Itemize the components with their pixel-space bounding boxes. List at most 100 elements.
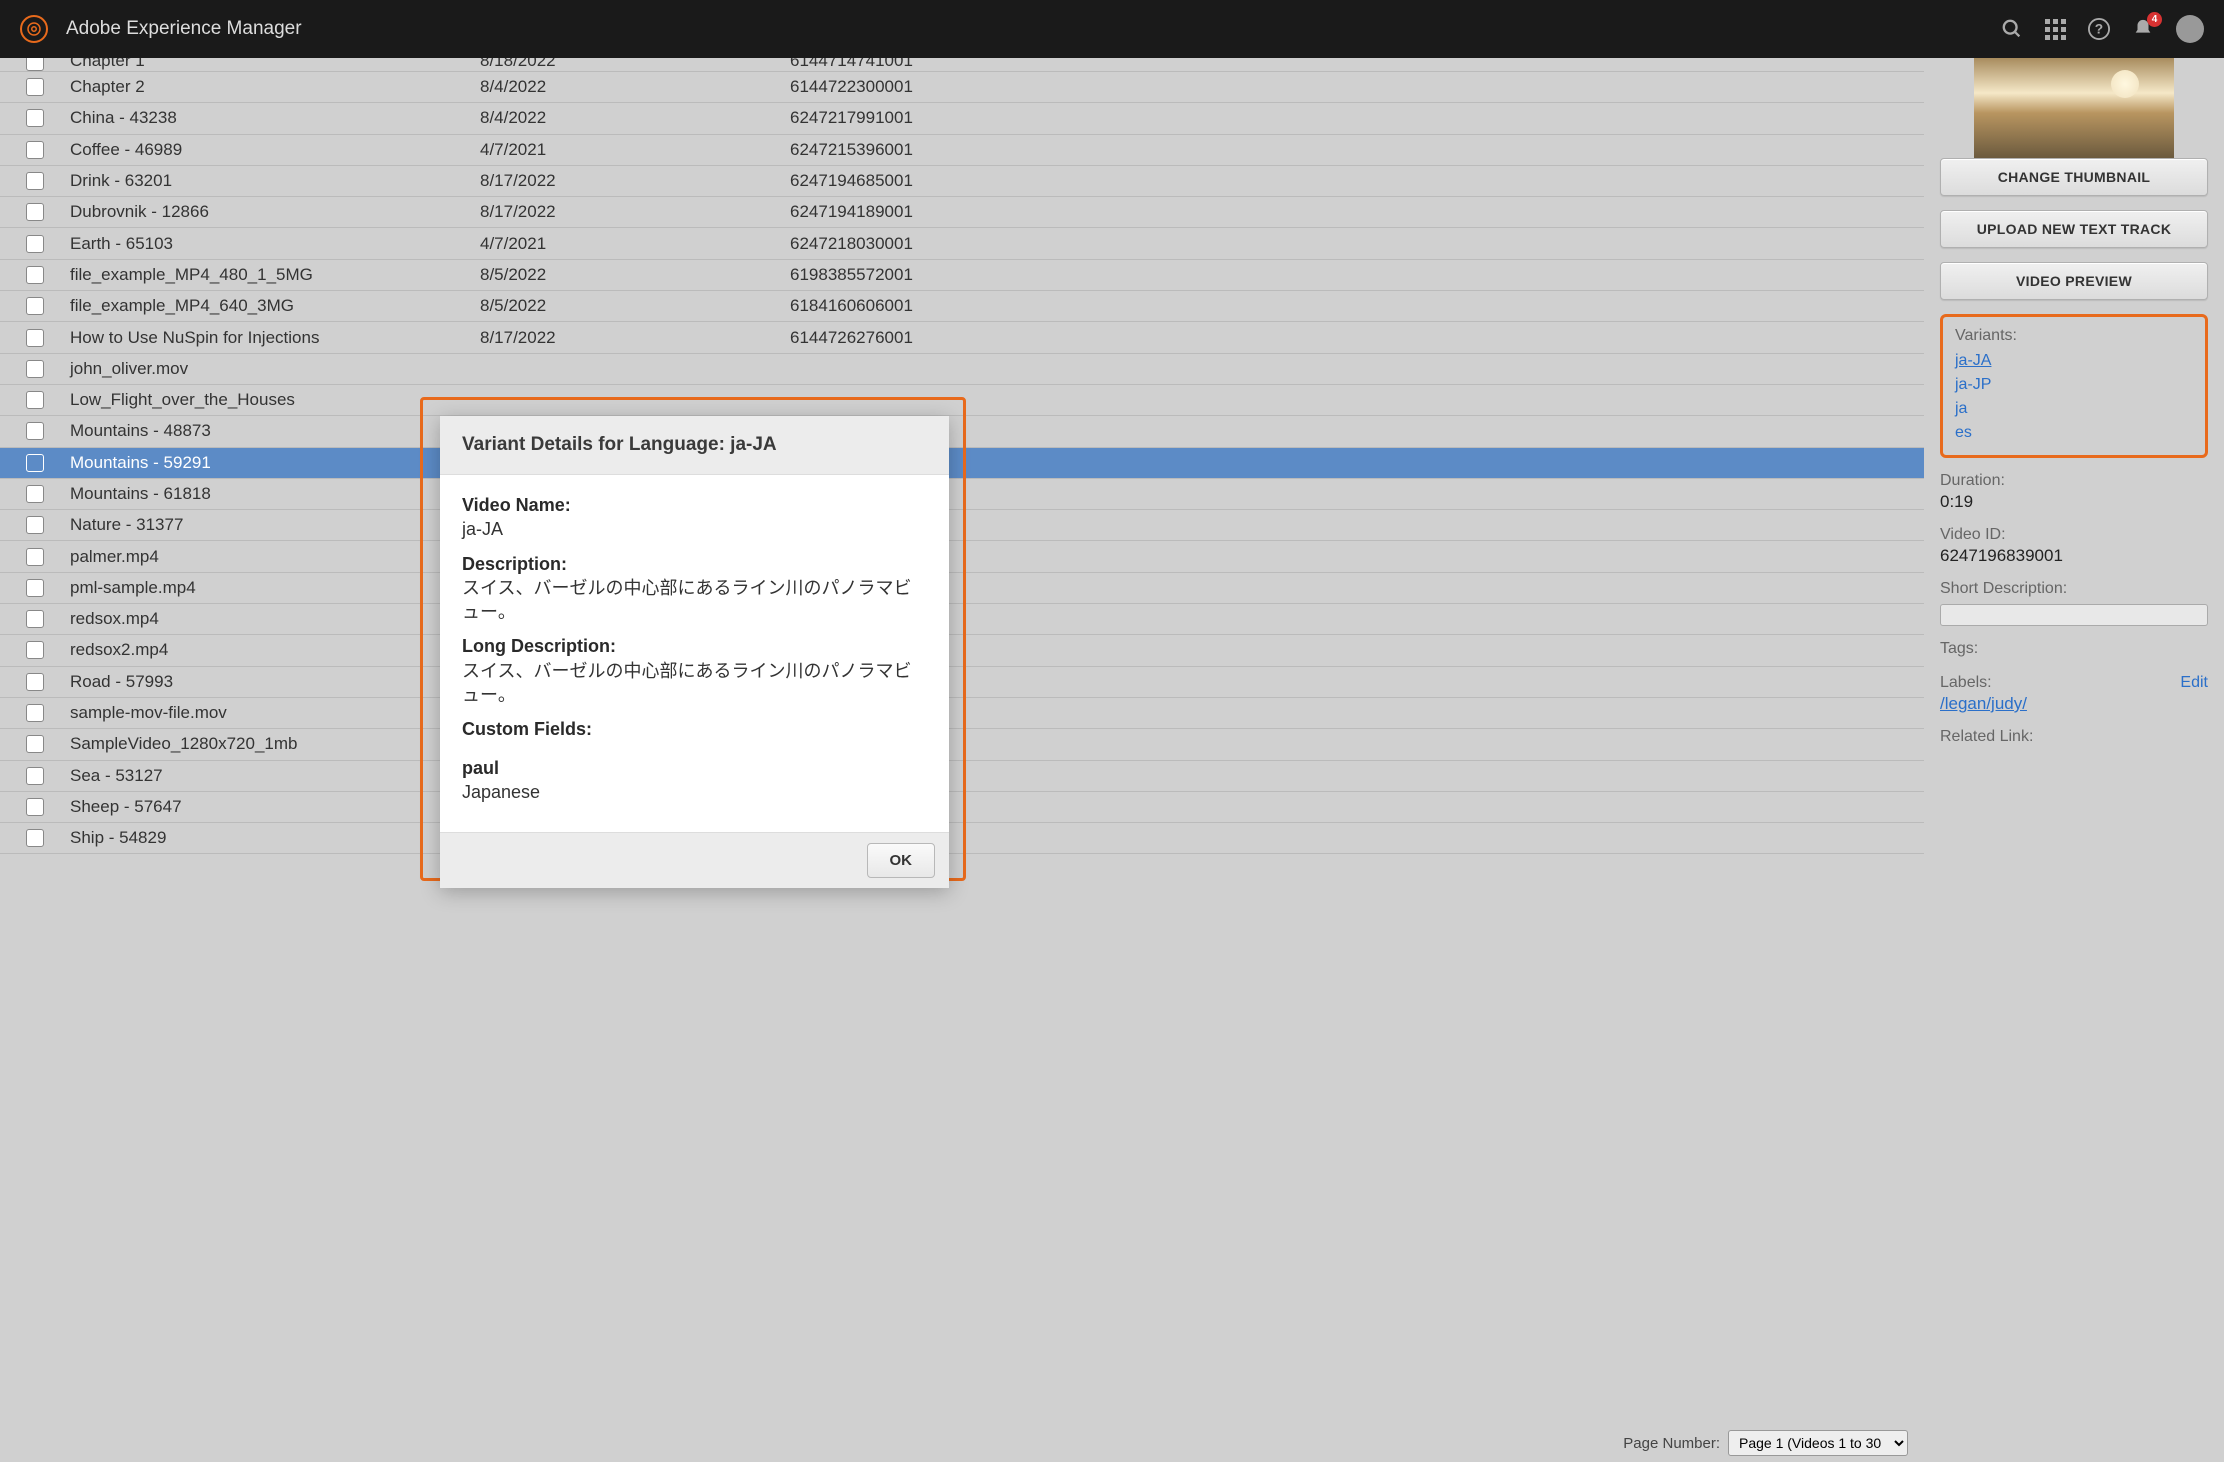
video-date-cell: 8/4/2022 [480, 77, 790, 97]
table-row[interactable]: Chapter 28/4/20226144722300001 [0, 72, 1924, 103]
table-row[interactable]: redsox.mp4 [0, 604, 1924, 635]
aem-logo-icon[interactable] [20, 15, 48, 43]
video-name-cell: Mountains - 48873 [70, 421, 480, 441]
row-checkbox[interactable] [26, 329, 44, 347]
variant-link[interactable]: ja [1955, 397, 2193, 421]
video-preview-button[interactable]: VIDEO PREVIEW [1940, 262, 2208, 300]
row-checkbox[interactable] [26, 798, 44, 816]
row-checkbox[interactable] [26, 78, 44, 96]
table-row[interactable]: Drink - 632018/17/20226247194685001 [0, 166, 1924, 197]
video-id-cell: 6144714741001 [790, 58, 1914, 71]
page-select[interactable]: Page 1 (Videos 1 to 30 ) [1728, 1430, 1908, 1456]
row-checkbox[interactable] [26, 704, 44, 722]
row-checkbox[interactable] [26, 141, 44, 159]
table-row[interactable]: file_example_MP4_640_3MG8/5/202261841606… [0, 291, 1924, 322]
table-row[interactable]: Nature - 31377 [0, 510, 1924, 541]
table-row[interactable]: pml-sample.mp4 [0, 573, 1924, 604]
row-checkbox[interactable] [26, 391, 44, 409]
row-checkbox[interactable] [26, 360, 44, 378]
videoid-group: Video ID: 6247196839001 [1940, 526, 2208, 566]
variant-link[interactable]: ja-JA [1955, 349, 2193, 373]
table-row[interactable]: file_example_MP4_480_1_5MG8/5/2022619838… [0, 260, 1924, 291]
details-sidebar: CHANGE THUMBNAIL UPLOAD NEW TEXT TRACK V… [1924, 58, 2224, 1462]
row-checkbox[interactable] [26, 203, 44, 221]
video-name-cell: Drink - 63201 [70, 171, 480, 191]
edit-labels-link[interactable]: Edit [2180, 674, 2208, 692]
row-checkbox[interactable] [26, 266, 44, 284]
tags-label: Tags: [1940, 640, 2208, 658]
table-row[interactable]: China - 432388/4/20226247217991001 [0, 103, 1924, 134]
video-name-cell: Ship - 54829 [70, 828, 480, 848]
relatedlink-label: Related Link: [1940, 728, 2208, 746]
row-checkbox[interactable] [26, 454, 44, 472]
row-checkbox[interactable] [26, 422, 44, 440]
row-checkbox[interactable] [26, 109, 44, 127]
row-checkbox[interactable] [26, 767, 44, 785]
table-row[interactable]: Sea - 53127 [0, 761, 1924, 792]
table-row[interactable]: How to Use NuSpin for Injections8/17/202… [0, 322, 1924, 353]
table-row[interactable]: Dubrovnik - 128668/17/20226247194189001 [0, 197, 1924, 228]
video-id-cell: 6144722300001 [790, 77, 1914, 97]
video-name-label: Video Name: [462, 493, 927, 517]
content-area: Chapter 18/18/20226144714741001Chapter 2… [0, 58, 2224, 1462]
videoid-value: 6247196839001 [1940, 546, 2208, 566]
video-name-cell: Sea - 53127 [70, 766, 480, 786]
table-row[interactable]: SampleVideo_1280x720_1mb [0, 729, 1924, 760]
video-name-cell: redsox.mp4 [70, 609, 480, 629]
variant-link[interactable]: ja-JP [1955, 373, 2193, 397]
label-path-link[interactable]: /legan/judy/ [1940, 694, 2027, 713]
shortdesc-input[interactable] [1940, 604, 2208, 626]
video-id-cell: 6144726276001 [790, 328, 1914, 348]
table-row[interactable]: john_oliver.mov [0, 354, 1924, 385]
row-checkbox[interactable] [26, 673, 44, 691]
video-date-cell: 8/17/2022 [480, 171, 790, 191]
video-name-cell: pml-sample.mp4 [70, 578, 480, 598]
table-row[interactable]: Chapter 18/18/20226144714741001 [0, 58, 1924, 72]
table-row[interactable]: Mountains - 61818 [0, 479, 1924, 510]
table-row[interactable]: Road - 57993 [0, 667, 1924, 698]
user-avatar[interactable] [2176, 15, 2204, 43]
modal-body: Video Name: ja-JA Description: スイス、バーゼルの… [440, 475, 949, 832]
row-checkbox[interactable] [26, 516, 44, 534]
shortdesc-group: Short Description: [1940, 580, 2208, 626]
table-row[interactable]: sample-mov-file.mov [0, 698, 1924, 729]
row-checkbox[interactable] [26, 829, 44, 847]
table-row[interactable]: palmer.mp43 [0, 541, 1924, 572]
row-checkbox[interactable] [26, 172, 44, 190]
video-name-cell: Earth - 65103 [70, 234, 480, 254]
variant-details-modal: Variant Details for Language: ja-JA Vide… [440, 416, 949, 888]
video-name-cell: john_oliver.mov [70, 359, 480, 379]
row-checkbox[interactable] [26, 548, 44, 566]
video-date-cell: 8/5/2022 [480, 296, 790, 316]
apps-waffle-icon[interactable] [2045, 19, 2066, 40]
search-icon[interactable] [2001, 18, 2023, 40]
row-checkbox[interactable] [26, 297, 44, 315]
row-checkbox[interactable] [26, 235, 44, 253]
change-thumbnail-button[interactable]: CHANGE THUMBNAIL [1940, 158, 2208, 196]
video-name-value: ja-JA [462, 517, 927, 541]
video-name-cell: redsox2.mp4 [70, 640, 480, 660]
table-row[interactable]: Earth - 651034/7/20216247218030001 [0, 228, 1924, 259]
row-checkbox[interactable] [26, 735, 44, 753]
table-row[interactable]: Mountains - 48873 [0, 416, 1924, 447]
table-row[interactable]: Mountains - 59291 [0, 448, 1924, 479]
row-checkbox[interactable] [26, 579, 44, 597]
notifications-icon[interactable]: 4 [2132, 18, 2154, 40]
ok-button[interactable]: OK [867, 843, 936, 878]
variants-panel: Variants: ja-JAja-JPjaes [1940, 314, 2208, 458]
row-checkbox[interactable] [26, 58, 44, 71]
row-checkbox[interactable] [26, 485, 44, 503]
table-row[interactable]: Coffee - 469894/7/20216247215396001 [0, 135, 1924, 166]
table-row[interactable]: Ship - 548294/7/20216247215803001 [0, 823, 1924, 854]
row-checkbox[interactable] [26, 641, 44, 659]
upload-text-track-button[interactable]: UPLOAD NEW TEXT TRACK [1940, 210, 2208, 248]
table-row[interactable]: redsox2.mp4 [0, 635, 1924, 666]
row-checkbox[interactable] [26, 610, 44, 628]
tags-group: Tags: [1940, 640, 2208, 660]
table-row[interactable]: Low_Flight_over_the_Houses [0, 385, 1924, 416]
variant-link[interactable]: es [1955, 421, 2193, 445]
table-row[interactable]: Sheep - 576474/7/20216247195745001 [0, 792, 1924, 823]
app-header: Adobe Experience Manager ? 4 [0, 0, 2224, 58]
app-title: Adobe Experience Manager [66, 18, 302, 40]
help-icon[interactable]: ? [2088, 18, 2110, 40]
